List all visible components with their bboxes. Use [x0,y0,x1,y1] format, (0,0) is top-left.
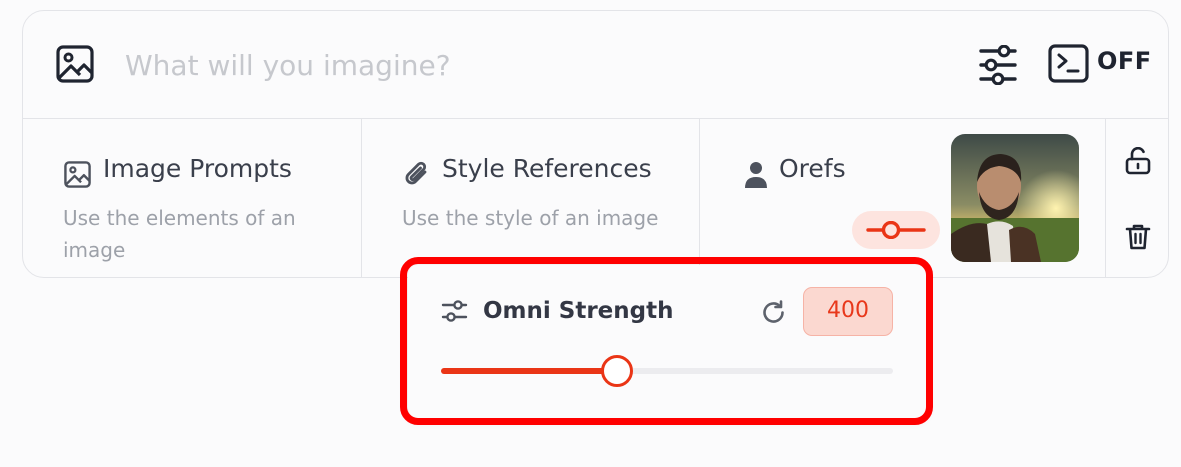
slider-icon [866,221,926,239]
trash-icon[interactable] [1125,223,1151,251]
sliders-icon[interactable] [978,45,1018,85]
image-icon [64,161,91,188]
raw-mode-status[interactable]: OFF [1097,47,1152,75]
prompt-input[interactable] [123,41,907,89]
image-prompts-description: Use the elements of an image [63,206,296,262]
paperclip-icon [405,161,427,185]
style-references-title: Style References [442,154,652,183]
style-references-description: Use the style of an image [402,206,659,230]
prompt-bar: OFF [23,11,1168,119]
orefs-title: Orefs [779,154,846,183]
image-prompts-title: Image Prompts [103,154,292,183]
user-icon [745,162,767,188]
terminal-icon[interactable] [1048,44,1089,83]
image-prompts-card[interactable]: Image Prompts Use the elements of an ima… [23,118,362,277]
omni-strength-toggle[interactable] [852,211,940,249]
unlock-icon[interactable] [1125,147,1151,175]
image-icon[interactable] [56,45,94,83]
omni-reference-image[interactable] [951,134,1079,262]
portrait-image [951,134,1079,262]
prompt-panel: OFF Image Prompts Use the elements of an… [22,10,1169,278]
style-references-card[interactable]: Style References Use the style of an ima… [362,118,700,277]
highlight-box [400,257,933,425]
